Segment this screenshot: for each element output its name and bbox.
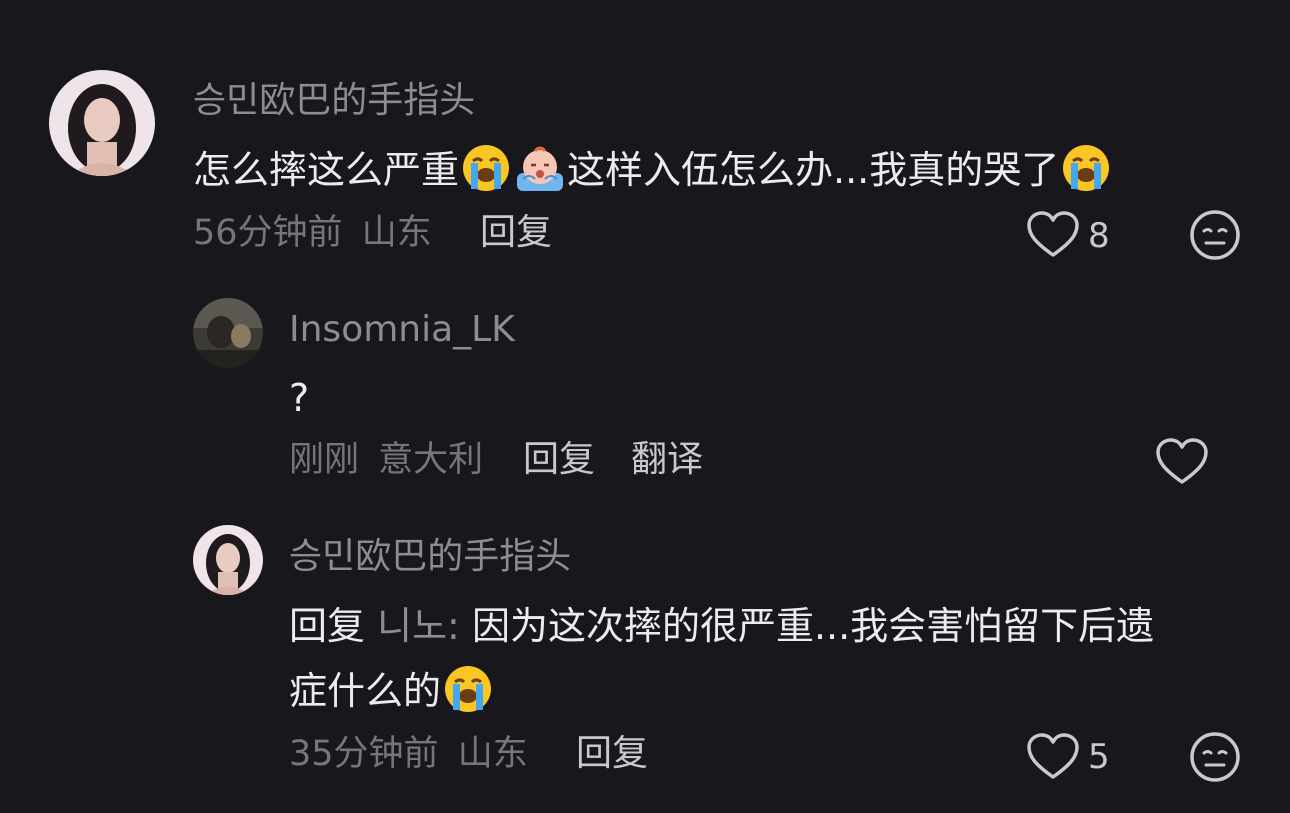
loudly-crying-face-emoji — [463, 145, 510, 191]
reply-button[interactable]: 回复 — [523, 438, 595, 482]
comment-username[interactable]: 승민欧巴的手指头 — [289, 535, 571, 579]
comment-time: 刚刚 — [289, 440, 360, 480]
avatar-image — [193, 298, 263, 368]
comment-text-line: 症什么的 — [289, 659, 495, 723]
like-count: 8 — [1088, 216, 1110, 256]
comment-text: 回复 니노: 因为这次摔的很严重...我会害怕留下后遗 — [289, 604, 1155, 648]
comment-meta: 35分钟前 山东 — [289, 732, 528, 776]
reply-target[interactable]: 니노: — [377, 604, 460, 648]
expressionless-face-icon[interactable] — [1189, 209, 1241, 261]
comment-username[interactable]: 승민欧巴的手指头 — [193, 79, 475, 123]
like-count: 5 — [1088, 737, 1110, 777]
crying-baby-emoji — [517, 146, 564, 191]
comment-location: 意大利 — [378, 440, 484, 480]
comment-text: ? — [289, 376, 310, 420]
loudly-crying-face-emoji — [445, 666, 492, 712]
translate-button[interactable]: 翻译 — [631, 438, 703, 482]
heart-outline-icon[interactable] — [1026, 733, 1080, 781]
comment-meta: 56分钟前 山东 — [193, 211, 432, 255]
heart-outline-icon[interactable] — [1155, 438, 1209, 486]
expressionless-face-icon[interactable] — [1189, 731, 1241, 783]
avatar[interactable] — [49, 70, 155, 176]
comment-meta: 刚刚 意大利 — [289, 438, 483, 482]
avatar-image — [49, 70, 155, 176]
comment-username[interactable]: Insomnia_LK — [289, 308, 515, 352]
comment-thread: 승민欧巴的手指头 怎么摔这么严重 这样入伍怎么办...我真的哭了 56分钟前 山… — [0, 0, 1290, 813]
comment-time: 35分钟前 — [289, 734, 439, 774]
heart-outline-icon[interactable] — [1026, 211, 1080, 259]
comment-location: 山东 — [457, 734, 528, 774]
avatar-image — [193, 525, 263, 595]
reply-button[interactable]: 回复 — [480, 211, 552, 255]
comment-time: 56分钟前 — [193, 213, 343, 253]
reply-button[interactable]: 回复 — [576, 732, 648, 776]
comment-location: 山东 — [361, 213, 432, 253]
avatar[interactable] — [193, 525, 263, 595]
comment-text: 怎么摔这么严重 这样入伍怎么办...我真的哭了 — [193, 138, 1113, 202]
avatar[interactable] — [193, 298, 263, 368]
loudly-crying-face-emoji — [1063, 145, 1110, 191]
